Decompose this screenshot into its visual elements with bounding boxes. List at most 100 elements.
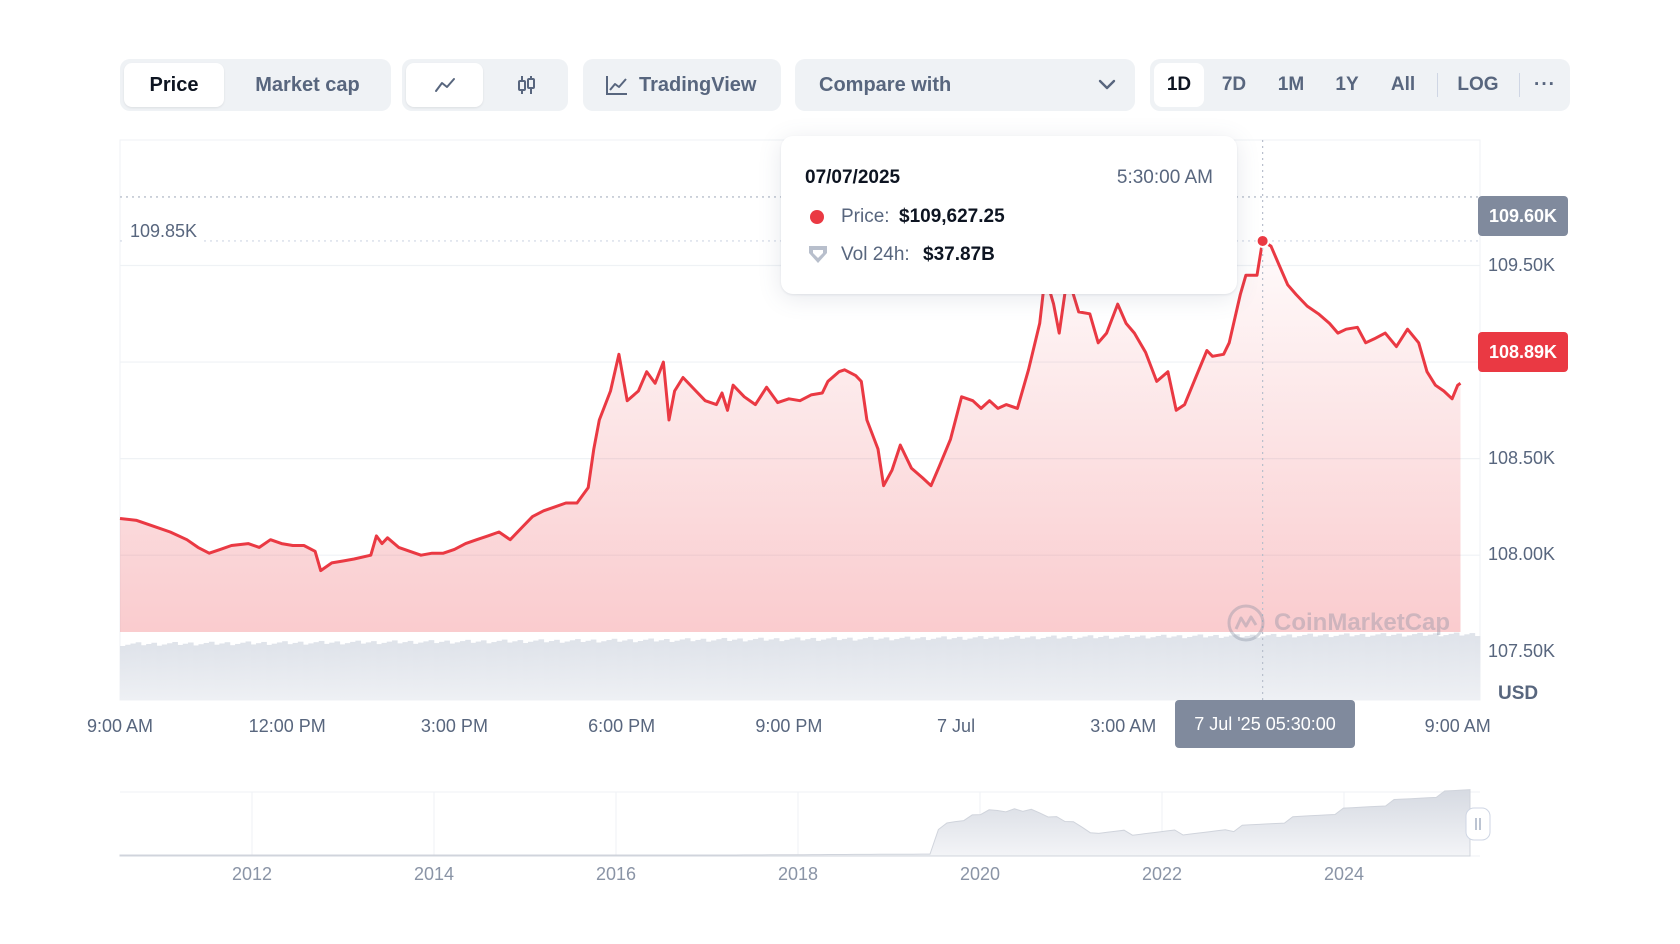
volume-bar: [1213, 634, 1219, 700]
volume-bar: [1155, 635, 1162, 700]
volume-bar: [1150, 637, 1157, 700]
volume-bar: [836, 640, 843, 700]
volume-bar: [1004, 638, 1010, 700]
volume-bar: [1359, 633, 1366, 700]
volume-bar: [324, 643, 330, 700]
volume-bar: [491, 642, 498, 700]
volume-bar: [1166, 637, 1172, 700]
volume-bar: [130, 643, 137, 700]
volume-bar: [716, 639, 722, 700]
volume-bar: [120, 646, 126, 700]
volume-bar: [684, 638, 691, 700]
volume-bar: [1045, 636, 1052, 700]
volume-bar: [904, 636, 911, 700]
volume-bar: [925, 640, 932, 700]
volume-bar: [1228, 635, 1235, 700]
navigator-year-label: 2016: [595, 864, 637, 884]
volume-bar: [868, 636, 874, 700]
volume-bar: [135, 642, 142, 700]
volume-bar: [329, 642, 335, 700]
volume-bar: [1030, 636, 1036, 700]
volume-bar: [1019, 638, 1026, 700]
volume-bar: [407, 640, 414, 700]
volume-bar: [951, 638, 958, 700]
volume-bar: [1307, 633, 1314, 700]
volume-bar: [256, 643, 262, 700]
volume-bar: [1354, 635, 1361, 700]
volume-bar: [1265, 635, 1272, 700]
volume-bar: [779, 641, 785, 700]
volume-bar: [460, 641, 466, 700]
volume-bar: [444, 640, 450, 700]
volume-bar: [1302, 634, 1308, 700]
tooltip-price-value: $109,627.25: [899, 206, 1005, 227]
volume-bar: [538, 639, 545, 700]
volume-bar: [1160, 634, 1167, 700]
volume-bar: [1249, 634, 1256, 700]
volume-bar: [936, 637, 942, 700]
volume-bar: [219, 643, 226, 700]
price-area: [120, 240, 1461, 632]
volume-bar: [480, 640, 487, 700]
volume-bar: [941, 636, 947, 700]
volume-bar: [826, 638, 832, 700]
volume-bar: [386, 641, 393, 700]
volume-bar: [554, 639, 560, 700]
volume-bar: [1443, 635, 1450, 700]
volume-bar: [726, 640, 733, 700]
volume-bar: [909, 639, 916, 700]
volume-bar: [1338, 634, 1345, 700]
tooltip-price-label: Price:: [841, 206, 890, 227]
coinmarketcap-watermark: CoinMarketCap: [1226, 603, 1450, 643]
volume-bar: [1375, 634, 1382, 700]
volume-bar: [1187, 636, 1193, 700]
volume-bar: [177, 644, 184, 700]
volume-bar: [1218, 637, 1225, 700]
volume-bar: [344, 643, 351, 700]
volume-bar: [240, 642, 246, 700]
volume-bar: [1244, 635, 1251, 700]
volume-bar: [800, 640, 806, 700]
volume-bar: [1438, 636, 1444, 700]
volume-bar: [418, 642, 424, 700]
price-dot-icon: [810, 210, 824, 224]
volume-bar: [742, 641, 749, 700]
volume-shield-icon: [809, 246, 827, 263]
volume-bar: [313, 642, 320, 700]
volume-bar: [679, 639, 686, 700]
x-tick-label: 9:00 AM: [86, 716, 154, 736]
volume-bar: [983, 639, 989, 700]
volume-bar: [1412, 634, 1418, 700]
volume-bar: [182, 643, 189, 700]
volume-bar: [1035, 639, 1042, 700]
volume-bar: [350, 641, 356, 700]
volume-bar: [805, 639, 811, 700]
volume-bar: [1082, 636, 1089, 700]
volume-bar: [161, 644, 168, 700]
volume-bar: [433, 643, 440, 700]
volume-bar: [1276, 636, 1282, 700]
range-navigator[interactable]: [119, 789, 1491, 857]
x-tick-label: 9:00 PM: [755, 716, 823, 736]
tooltip-vol-label: Vol 24h:: [841, 244, 910, 265]
volume-bar: [773, 638, 780, 700]
volume-bar: [1056, 638, 1062, 700]
navigator-year-label: 2014: [413, 864, 455, 884]
volume-bar: [606, 640, 613, 700]
volume-bar: [543, 642, 550, 700]
volume-bar: [1427, 634, 1434, 700]
volume-bar: [1448, 633, 1455, 700]
volume-bar: [1145, 638, 1151, 700]
volume-bar: [235, 643, 241, 700]
hover-point: [1255, 233, 1270, 248]
volume-bar: [1422, 635, 1429, 700]
volume-bar: [1391, 634, 1397, 700]
volume-bar: [214, 644, 220, 700]
navigator-year-label: 2012: [231, 864, 273, 884]
volume-bar: [1385, 636, 1392, 700]
volume-bar: [1364, 636, 1371, 700]
x-tick-label: 6:00 PM: [588, 716, 656, 736]
volume-bar: [1344, 633, 1350, 700]
volume-bar: [1192, 635, 1198, 700]
volume-bar: [768, 639, 775, 700]
